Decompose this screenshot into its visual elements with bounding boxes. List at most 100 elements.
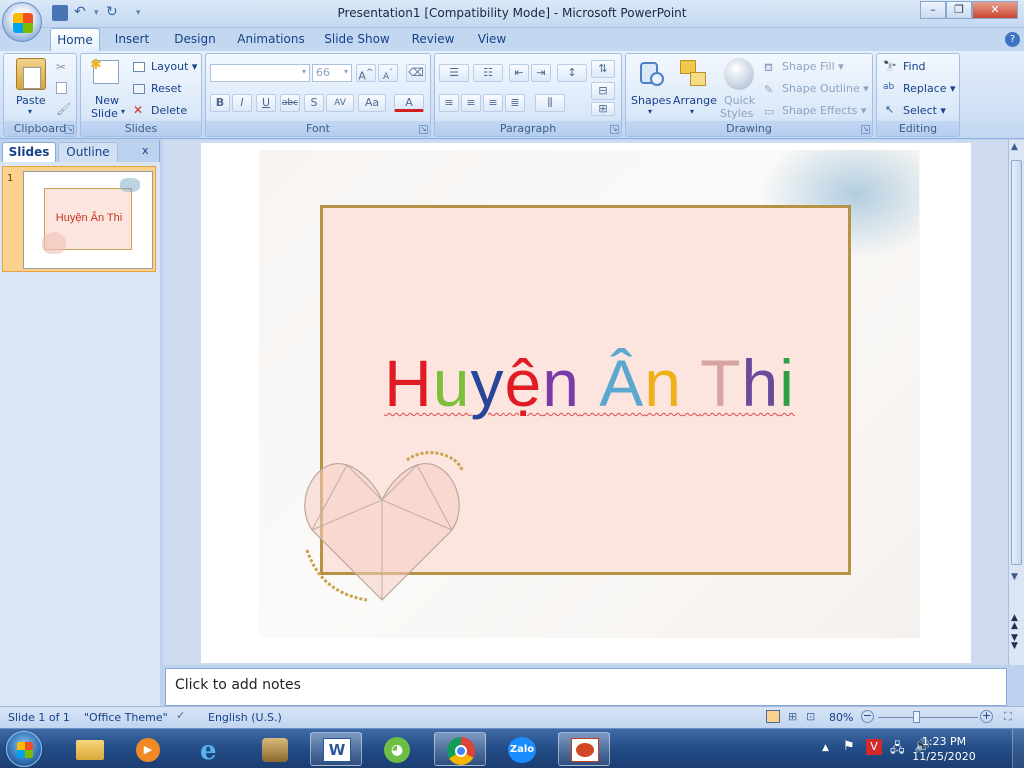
increase-indent-button[interactable]: ⇥ [531,64,551,82]
vertical-scrollbar[interactable]: ▲ ▼ ▲ ▲ ▼ ▼ [1008,140,1024,665]
font-launcher-icon[interactable]: ↘ [419,125,428,134]
scroll-up-icon[interactable]: ▲ [1011,142,1018,152]
delete-button[interactable]: Delete [151,104,187,117]
cut-icon[interactable]: ✂ [56,60,66,74]
show-desktop-button[interactable] [1012,729,1024,768]
tab-slides[interactable]: Slides [2,142,56,162]
language[interactable]: English (U.S.) [208,711,282,724]
media-app-taskbar-button[interactable] [250,732,302,766]
slide-thumbnail-selected[interactable]: 1 Huyện Ân Thi [2,166,156,272]
reset-button[interactable]: Reset [151,82,182,95]
clipboard-launcher-icon[interactable]: ↘ [65,125,74,134]
chrome-taskbar-button[interactable] [434,732,486,766]
layout-button[interactable]: Layout ▾ [151,60,197,73]
zoom-slider[interactable] [878,711,978,723]
quick-styles-icon[interactable] [724,58,754,90]
bullets-button[interactable]: ☰ [439,64,469,82]
network-icon[interactable]: 🖧 [890,739,905,761]
smartart-button[interactable]: ⊞ [591,102,615,116]
antivirus-icon[interactable]: V [866,739,882,755]
new-slide-label-1[interactable]: New [95,94,119,107]
restore-button[interactable]: ❐ [946,1,972,19]
bold-button[interactable]: B [210,94,230,112]
fit-to-window-icon[interactable]: ⛶ [1004,710,1012,724]
strikethrough-button[interactable]: abc [280,94,300,112]
slide-show-icon[interactable]: ⊡ [806,710,815,723]
change-case-button[interactable]: Aa [358,94,386,112]
align-text-button[interactable]: ⊟ [591,82,615,100]
internet-explorer-taskbar-button[interactable]: e [188,732,240,766]
clock[interactable]: 1:23 PM 11/25/2020 [904,734,984,764]
normal-view-icon[interactable] [766,710,780,723]
slide[interactable]: Huyện Ân Thi [259,150,920,638]
theme-name[interactable]: "Office Theme" [84,711,168,724]
help-icon[interactable]: ? [1005,32,1020,47]
slide-sorter-icon[interactable]: ⊞ [788,710,797,723]
copy-icon[interactable] [56,82,67,94]
format-painter-icon[interactable]: 🖌 [56,102,71,116]
columns-button[interactable]: ⫼ [535,94,565,112]
close-button[interactable]: ✕ [972,1,1018,19]
tab-outline[interactable]: Outline [58,142,118,162]
new-slide-icon[interactable]: ✱ [90,57,119,84]
media-player-taskbar-button[interactable]: ▶ [122,732,174,766]
font-color-button[interactable]: A [394,94,424,112]
italic-button[interactable]: I [232,94,252,112]
shrink-font-button[interactable]: Aˇ [378,64,398,82]
tab-insert[interactable]: Insert [110,28,154,52]
tab-design[interactable]: Design [170,28,220,52]
spelling-check-icon[interactable]: ✓ [176,709,185,722]
align-right-button[interactable]: ≡ [483,94,503,112]
word-taskbar-button[interactable]: W [310,732,362,766]
align-left-button[interactable]: ≡ [439,94,459,112]
text-shadow-button[interactable]: S [304,94,324,112]
drawing-launcher-icon[interactable]: ↘ [861,125,870,134]
quick-styles-label-2[interactable]: Styles [720,107,753,120]
numbering-button[interactable]: ☷ [473,64,503,82]
zalo-taskbar-button[interactable]: Zalo [496,732,548,766]
justify-button[interactable]: ≣ [505,94,525,112]
zoom-level[interactable]: 80% [829,711,853,724]
underline-button[interactable]: U [256,94,276,112]
coccoc-taskbar-button[interactable]: ◕ [372,732,424,766]
quick-styles-label-1[interactable]: Quick [724,94,755,107]
paste-button[interactable]: Paste [16,94,46,107]
shape-outline-button[interactable]: Shape Outline ▾ [782,82,869,95]
decrease-indent-button[interactable]: ⇤ [509,64,529,82]
font-name-field[interactable] [210,64,310,82]
tab-home[interactable]: Home [50,28,100,52]
previous-slide-icon[interactable]: ▲ ▲ [1011,614,1018,631]
shape-effects-button[interactable]: Shape Effects ▾ [782,104,866,117]
tab-review[interactable]: Review [406,28,460,52]
arrange-icon[interactable] [678,58,708,90]
find-button[interactable]: Find [903,60,926,73]
next-slide-icon[interactable]: ▼ ▼ [1011,634,1018,651]
replace-button[interactable]: Replace ▾ [903,82,956,95]
grow-font-button[interactable]: A^ [356,64,376,83]
office-button[interactable] [2,2,42,42]
tab-animations[interactable]: Animations [236,28,306,52]
clear-formatting-button[interactable]: ⌫ [406,64,426,82]
zoom-in-icon[interactable]: + [980,710,993,723]
select-button[interactable]: Select ▾ [903,104,946,117]
show-hidden-icons-icon[interactable]: ▲ [822,743,829,753]
line-spacing-button[interactable]: ↕ [557,64,587,82]
file-explorer-taskbar-button[interactable] [64,732,116,766]
shape-fill-button[interactable]: Shape Fill ▾ [782,60,844,73]
slide-title[interactable]: Huyện Ân Thi [259,346,920,421]
scrollbar-thumb[interactable] [1011,160,1022,565]
start-button[interactable] [6,731,42,767]
shapes-icon[interactable] [636,58,666,90]
new-slide-label-2[interactable]: Slide [91,107,118,120]
action-center-flag-icon[interactable]: ⚑ [843,739,855,754]
text-direction-button[interactable]: ⇅ [591,60,615,78]
align-center-button[interactable]: ≡ [461,94,481,112]
zoom-out-icon[interactable]: − [861,710,874,723]
character-spacing-button[interactable]: AV [326,94,354,112]
powerpoint-taskbar-button[interactable] [558,732,610,766]
arrange-button[interactable]: Arrange [673,94,717,107]
minimize-button[interactable]: – [920,1,946,19]
zoom-slider-thumb[interactable] [913,711,920,723]
tab-view[interactable]: View [472,28,512,52]
close-pane-icon[interactable]: x [142,144,149,157]
